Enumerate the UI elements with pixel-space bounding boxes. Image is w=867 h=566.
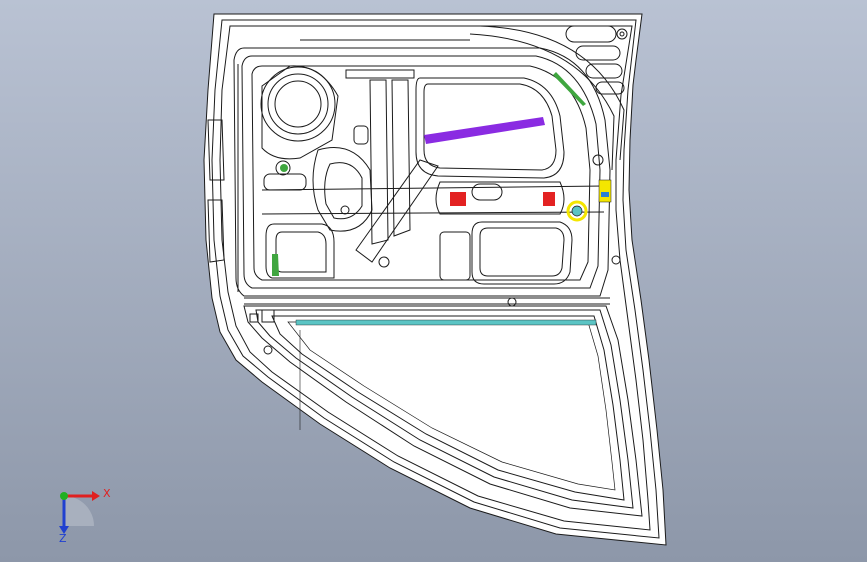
triad-z-label: Z (59, 532, 67, 545)
yellow-ring-core (571, 205, 583, 217)
red-marker-right[interactable] (543, 192, 555, 206)
yellow-box-marker[interactable] (598, 179, 612, 203)
triad-x-label: X (103, 487, 111, 500)
cad-canvas[interactable]: X Z (0, 0, 867, 562)
triad-y-axis (60, 492, 68, 500)
green-bolt-marker (280, 164, 288, 172)
green-seal-marker-left[interactable] (272, 254, 279, 276)
red-marker-left[interactable] (450, 192, 466, 206)
cad-viewport[interactable]: X Z (0, 0, 867, 562)
cyan-belt-strip[interactable] (295, 319, 597, 326)
blue-clip-marker (601, 192, 609, 197)
